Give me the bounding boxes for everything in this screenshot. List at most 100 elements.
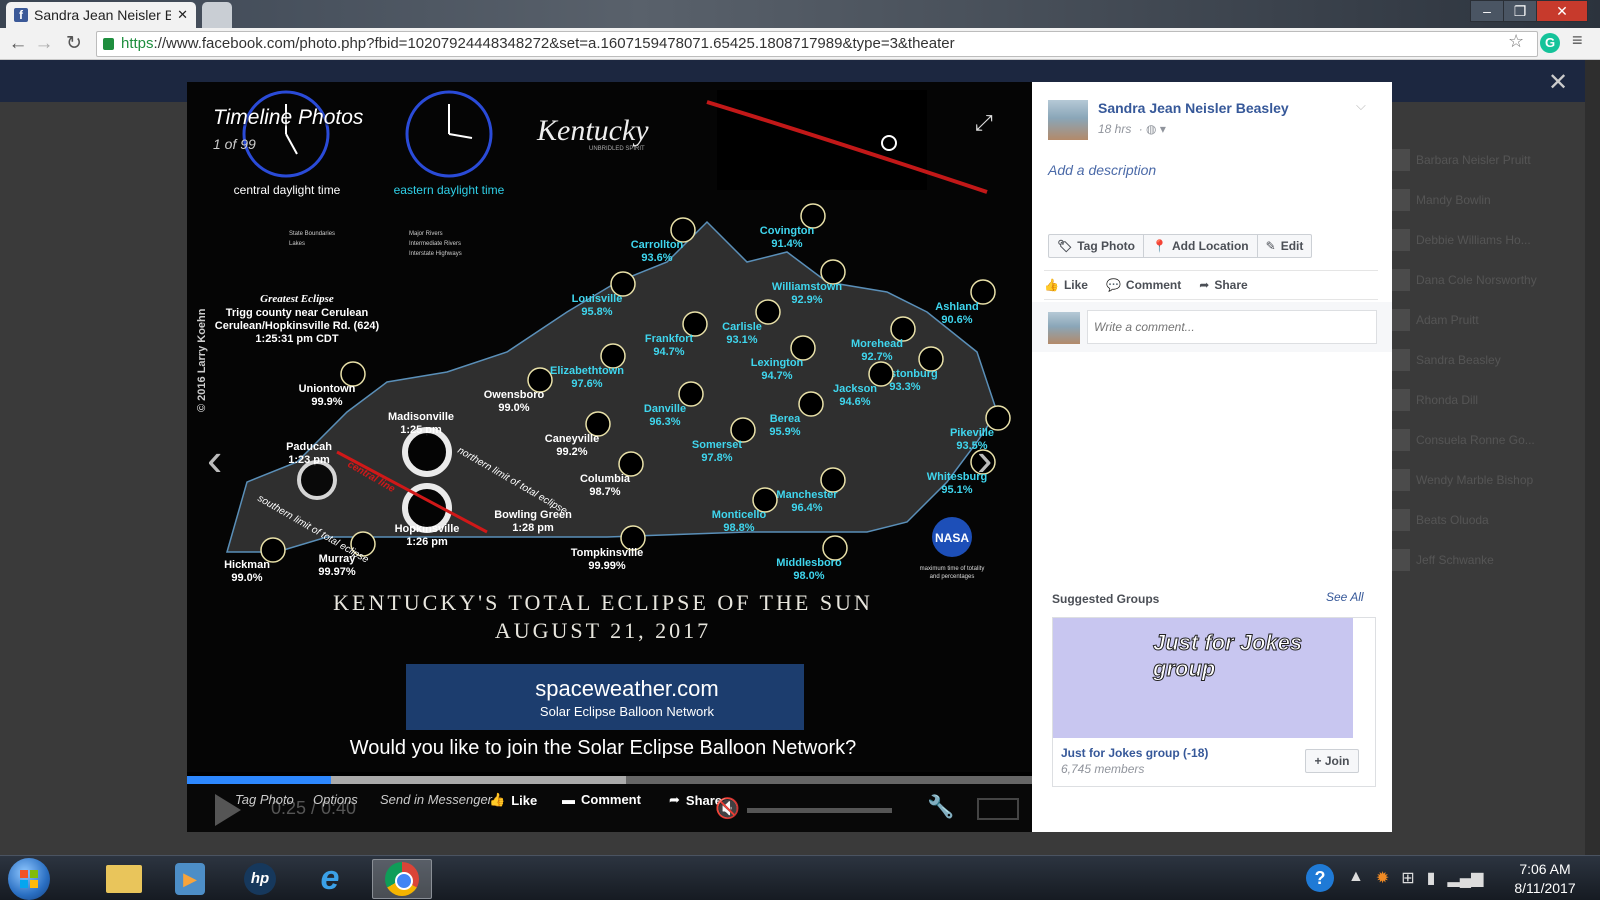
nasa-note-2: and percentages (930, 574, 975, 580)
back-arrow-icon[interactable]: ← (6, 32, 30, 56)
see-all-link[interactable]: See All (1326, 590, 1364, 604)
thumbs-up-icon: 👍 (1044, 278, 1059, 292)
minimize-button[interactable]: – (1470, 0, 1504, 22)
chevron-down-icon[interactable]: ⌵ (1356, 98, 1366, 114)
author-name-link[interactable]: Sandra Jean Neisler Beasley (1098, 100, 1289, 116)
chat-friend-name: Rhonda Dill (1416, 393, 1479, 407)
group-name-link[interactable]: Just for Jokes group (-18) (1061, 746, 1208, 760)
window-close-button[interactable]: ✕ (1536, 0, 1588, 22)
bookmark-star-icon[interactable]: ☆ (1508, 31, 1524, 52)
clock2-label: eastern daylight time (394, 183, 505, 197)
taskbar-clock-date[interactable]: 8/11/2017 (1500, 880, 1590, 896)
tag-photo-button[interactable]: 🏷 Tag Photo (1049, 235, 1145, 257)
taskbar-internet-explorer[interactable]: e (300, 859, 360, 899)
city-name: Carlisle (722, 321, 762, 333)
expand-icon[interactable]: ⤢ (975, 110, 993, 136)
city-name: Middlesboro (776, 557, 842, 569)
help-icon[interactable]: ? (1306, 864, 1334, 892)
close-viewer-icon[interactable]: ✕ (1548, 68, 1568, 97)
send-in-messenger-link[interactable]: Send in Messenger (380, 792, 492, 807)
city-name: Danville (644, 403, 686, 415)
next-photo-arrow-icon[interactable]: › (977, 432, 992, 486)
comment-button[interactable]: 💬 Comment (1106, 278, 1181, 292)
taskbar-chrome[interactable] (372, 859, 432, 899)
city-percentage: 90.6% (941, 314, 972, 326)
address-bar[interactable]: https://www.facebook.com/photo.php?fbid=… (96, 31, 1538, 57)
chat-friend-name: Sandra Beasley (1416, 353, 1501, 367)
windows-flag-tray-icon[interactable]: ⊞ (1401, 868, 1414, 888)
options-link[interactable]: Options (313, 792, 358, 807)
location-pin-icon: 📍 (1152, 239, 1167, 253)
svg-text:Cerulean/Hopkinsville Rd. (624: Cerulean/Hopkinsville Rd. (624) (215, 320, 380, 332)
thumbs-up-icon: 👍 (489, 792, 506, 807)
reload-icon[interactable]: ↻ (62, 32, 86, 56)
chat-friend-item: Adam Pruitt (1388, 300, 1578, 340)
city-name: Hickman (224, 559, 270, 571)
add-location-label: Add Location (1171, 239, 1249, 253)
chat-friend-item: Jeff Schwanke (1388, 540, 1578, 580)
group-member-count: 6,745 members (1061, 762, 1145, 776)
new-tab-button[interactable] (202, 2, 232, 28)
mute-icon[interactable]: 🔇 (715, 796, 740, 821)
avatar[interactable] (1048, 100, 1088, 140)
viewer-photo-count: 1 of 99 (213, 136, 256, 152)
taskbar-clock-time[interactable]: 7:06 AM (1500, 861, 1590, 877)
city-percentage: 99.9% (311, 396, 342, 408)
join-group-button[interactable]: + Join (1305, 749, 1359, 773)
post-time-text[interactable]: 18 hrs (1098, 122, 1131, 136)
settings-wrench-icon[interactable]: 🔧 (927, 794, 954, 820)
city-name: Carrollton (631, 239, 684, 251)
lock-icon (103, 38, 114, 50)
city-eclipse-time: 1:28 pm (512, 522, 554, 534)
add-description-link[interactable]: Add a description (1048, 162, 1156, 178)
share-label: Share (1214, 278, 1248, 292)
tray-app-icon[interactable]: ✹ (1376, 868, 1389, 888)
city-name: Lexington (751, 357, 804, 369)
forward-arrow-icon[interactable]: → (32, 32, 56, 56)
city-percentage: 99.0% (231, 572, 262, 584)
chat-friend-item: Wendy Marble Bishop (1388, 460, 1578, 500)
page-scrollbar[interactable] (1585, 60, 1600, 855)
fullscreen-icon[interactable] (977, 798, 1019, 820)
like-button[interactable]: 👍 Like (1044, 278, 1088, 292)
avatar (1048, 312, 1080, 344)
browser-toolbar: ← → ↻ https://www.facebook.com/photo.php… (0, 28, 1600, 60)
volume-slider[interactable] (747, 808, 892, 813)
windows-taskbar: ▶ hp e ? ▲ ✹ ⊞ ▮ ▂▄▆ 7:06 AM 8/11/2017 (0, 855, 1600, 900)
svg-text:State Boundaries: State Boundaries (289, 231, 335, 237)
show-hidden-icons-icon[interactable]: ▲ (1348, 868, 1364, 888)
url-text: ://www.facebook.com/photo.php?fbid=10207… (153, 35, 955, 52)
battery-icon[interactable]: ▮ (1427, 868, 1436, 888)
video-progress-fill (187, 776, 331, 784)
public-globe-icon[interactable]: · ◍ ▾ (1135, 122, 1166, 136)
browser-menu-icon[interactable]: ≡ (1572, 30, 1583, 51)
previous-photo-arrow-icon[interactable]: ‹ (207, 432, 222, 486)
start-button[interactable] (8, 858, 50, 900)
tag-photo-link[interactable]: Tag Photo (235, 792, 294, 807)
maximize-button[interactable]: ❐ (1503, 0, 1537, 22)
viewer-comment-button[interactable]: ▬ Comment (562, 792, 641, 807)
comment-input[interactable] (1087, 310, 1377, 344)
network-signal-icon[interactable]: ▂▄▆ (1447, 868, 1483, 888)
city-name: Madisonville (388, 411, 454, 423)
taskbar-media-player[interactable]: ▶ (160, 859, 220, 899)
tab-close-icon[interactable]: ✕ (177, 7, 188, 23)
grammarly-extension-icon[interactable]: G (1540, 33, 1560, 53)
chat-friend-item: Mandy Bowlin (1388, 180, 1578, 220)
photo-action-buttons: 🏷 Tag Photo 📍 Add Location ✎ Edit (1048, 234, 1313, 258)
viewer-like-button[interactable]: 👍 Like (489, 792, 537, 808)
share-button[interactable]: ➦ Share (1199, 278, 1247, 292)
add-location-button[interactable]: 📍 Add Location (1144, 235, 1258, 257)
browser-tab-active[interactable]: f Sandra Jean Neisler B ✕ (6, 2, 196, 28)
chat-friend-name: Debbie Williams Ho... (1416, 233, 1531, 247)
chat-friend-name: Consuela Ronne Go... (1416, 433, 1535, 447)
viewer-album-title[interactable]: Timeline Photos (213, 106, 363, 130)
taskbar-file-explorer[interactable] (94, 859, 154, 899)
edit-button[interactable]: ✎ Edit (1258, 235, 1312, 257)
video-buffer-bar (330, 776, 627, 784)
chat-friend-item: Barbara Neisler Pruitt (1388, 140, 1578, 180)
url-scheme: https (121, 35, 154, 52)
taskbar-hp-app[interactable]: hp (230, 859, 290, 899)
group-cover-image[interactable]: Just for Jokes group (1053, 618, 1353, 738)
city-percentage: 99.0% (498, 402, 529, 414)
